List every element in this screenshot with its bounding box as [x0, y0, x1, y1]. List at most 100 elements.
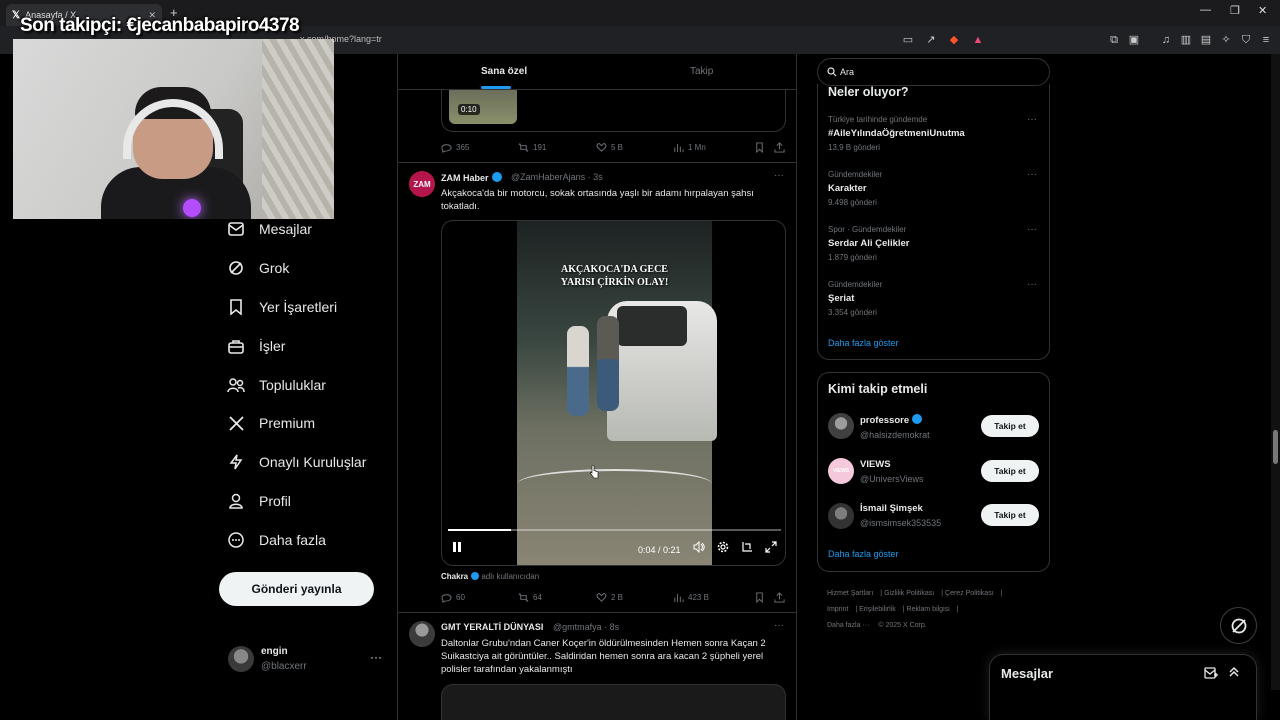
footer-link[interactable]: Çerez Politikası: [945, 590, 994, 597]
fullscreen-icon[interactable]: [765, 541, 777, 556]
messages-drawer[interactable]: Mesajlar: [989, 654, 1257, 720]
share-button[interactable]: [774, 142, 785, 153]
trend-more-icon[interactable]: ···: [1027, 279, 1037, 290]
trend-more-icon[interactable]: ···: [1027, 169, 1037, 180]
rewards-icon[interactable]: ▲: [972, 34, 984, 46]
avatar[interactable]: [828, 413, 854, 439]
wallet-icon[interactable]: ▣: [1128, 34, 1140, 46]
chevron-up-icon[interactable]: [1228, 666, 1240, 678]
video-progress-bar[interactable]: [448, 529, 781, 531]
video-caption: AKÇAKOCA'DA GECE YARISI ÇİRKİN OLAY!: [517, 263, 712, 289]
reply-button[interactable]: 60: [441, 592, 465, 603]
wallet2-icon[interactable]: ▤: [1200, 34, 1212, 46]
van-window-shape: [617, 306, 687, 346]
source-user[interactable]: Chakra: [441, 572, 468, 581]
follow-name[interactable]: VIEWS: [860, 459, 891, 470]
avatar[interactable]: VIEWS: [828, 458, 854, 484]
footer-link[interactable]: Imprint: [827, 606, 848, 613]
trend-name[interactable]: Karakter: [828, 183, 867, 194]
account-switcher[interactable]: engin @blacxerr ···: [228, 644, 388, 674]
follow-button[interactable]: Takip et: [981, 415, 1039, 437]
nav-item-messages[interactable]: Mesajlar: [227, 217, 312, 241]
follow-button[interactable]: Takip et: [981, 460, 1039, 482]
close-window-icon[interactable]: ✕: [1258, 4, 1267, 17]
tweet-more-icon[interactable]: ···: [774, 170, 784, 181]
picture-in-picture-icon[interactable]: [741, 541, 753, 556]
vpn-icon[interactable]: ⛉: [1240, 34, 1252, 46]
nav-item-verified-orgs[interactable]: Onaylı Kuruluşlar: [227, 450, 366, 474]
settings-icon[interactable]: [717, 541, 729, 556]
tweet-author-handle[interactable]: @gmtmafya · 8s: [553, 622, 619, 632]
tab-following[interactable]: Takip: [690, 66, 713, 77]
tweet-more-icon[interactable]: ···: [774, 620, 784, 631]
follow-name[interactable]: İsmail Şimşek: [860, 503, 923, 514]
avatar[interactable]: [409, 621, 435, 647]
leo-icon[interactable]: ✧: [1220, 34, 1232, 46]
share-icon: [774, 142, 785, 153]
search-input[interactable]: Ara: [817, 58, 1050, 86]
music-icon[interactable]: ♫: [1160, 34, 1172, 46]
footer-link[interactable]: Gizlilik Politikası: [884, 590, 934, 597]
nav-item-premium[interactable]: Premium: [227, 411, 315, 435]
avatar: [228, 646, 254, 672]
nav-item-bookmarks[interactable]: Yer İşaretleri: [227, 295, 337, 319]
share-icon[interactable]: ↗: [925, 34, 937, 46]
person-icon: [227, 492, 245, 510]
views-button[interactable]: 1 Mn: [673, 142, 706, 153]
trend-more-icon[interactable]: ···: [1027, 224, 1037, 235]
repost-count: 191: [533, 143, 547, 152]
verified-badge-icon: [912, 414, 923, 424]
new-message-icon[interactable]: [1204, 667, 1218, 679]
extensions-icon[interactable]: ⧉: [1108, 34, 1120, 46]
trend-name[interactable]: Şeriat: [828, 293, 854, 304]
footer-link[interactable]: Erişilebilirlik: [859, 606, 896, 613]
tweet-author-name[interactable]: ZAM Haber: [441, 172, 502, 183]
nav-item-communities[interactable]: Topluluklar: [227, 373, 326, 397]
nav-item-jobs[interactable]: İşler: [227, 334, 285, 358]
video-player[interactable]: AKÇAKOCA'DA GECE YARISI ÇİRKİN OLAY! 0:0…: [441, 220, 786, 566]
post-button[interactable]: Gönderi yayınla: [219, 572, 374, 606]
tab-for-you[interactable]: Sana özel: [481, 66, 527, 77]
like-button[interactable]: 2 B: [596, 592, 623, 603]
tweet-media[interactable]: [441, 684, 786, 720]
footer-link[interactable]: Reklam bilgisi: [907, 606, 950, 613]
footer-link[interactable]: Hizmet Şartları: [827, 590, 873, 597]
repost-button[interactable]: 64: [518, 592, 542, 603]
follow-button[interactable]: Takip et: [981, 504, 1039, 526]
cast-icon[interactable]: ▭: [902, 34, 914, 46]
tweet-author-handle[interactable]: @ZamHaberAjans · 3s: [511, 172, 603, 182]
avatar[interactable]: [828, 503, 854, 529]
minimize-icon[interactable]: —: [1200, 4, 1211, 16]
nav-item-more[interactable]: Daha fazla: [227, 528, 326, 552]
trends-show-more-link[interactable]: Daha fazla göster: [828, 338, 899, 348]
tweet-author-name[interactable]: GMT YERALTİ DÜNYASI: [441, 622, 543, 632]
repost-button[interactable]: 191: [518, 142, 546, 153]
page-scrollbar[interactable]: [1271, 54, 1280, 690]
like-button[interactable]: 5 B: [596, 142, 623, 153]
maximize-icon[interactable]: ❐: [1230, 4, 1240, 17]
bookmark-button[interactable]: [754, 592, 765, 603]
share-button[interactable]: [774, 592, 785, 603]
volume-icon[interactable]: [693, 540, 705, 556]
views-button[interactable]: 423 B: [673, 592, 709, 603]
scrollbar-thumb[interactable]: [1273, 430, 1278, 464]
menu-icon[interactable]: ≡: [1260, 34, 1272, 46]
sidebar-icon[interactable]: ▥: [1180, 34, 1192, 46]
follow-show-more-link[interactable]: Daha fazla göster: [828, 549, 899, 559]
reply-button[interactable]: 365: [441, 142, 469, 153]
nav-item-profile[interactable]: Profil: [227, 489, 291, 513]
handle-text: @ZamHaberAjans: [511, 172, 586, 182]
footer-more-link[interactable]: Daha fazla ···: [827, 622, 869, 629]
avatar[interactable]: ZAM: [409, 171, 435, 197]
grok-floating-button[interactable]: [1220, 607, 1257, 644]
bookmark-button[interactable]: [754, 142, 765, 153]
more-circle-icon: [227, 531, 245, 549]
brave-shield-icon[interactable]: ◆: [948, 34, 960, 46]
follow-name[interactable]: professore: [860, 414, 923, 426]
pause-icon[interactable]: [452, 541, 462, 556]
trend-more-icon[interactable]: ···: [1027, 114, 1037, 125]
account-more-icon[interactable]: ···: [370, 650, 382, 664]
nav-item-grok[interactable]: Grok: [227, 256, 289, 280]
trend-name[interactable]: #AileYılındaÖğretmeniUnutma: [828, 128, 965, 139]
trend-name[interactable]: Serdar Ali Çelikler: [828, 238, 910, 249]
